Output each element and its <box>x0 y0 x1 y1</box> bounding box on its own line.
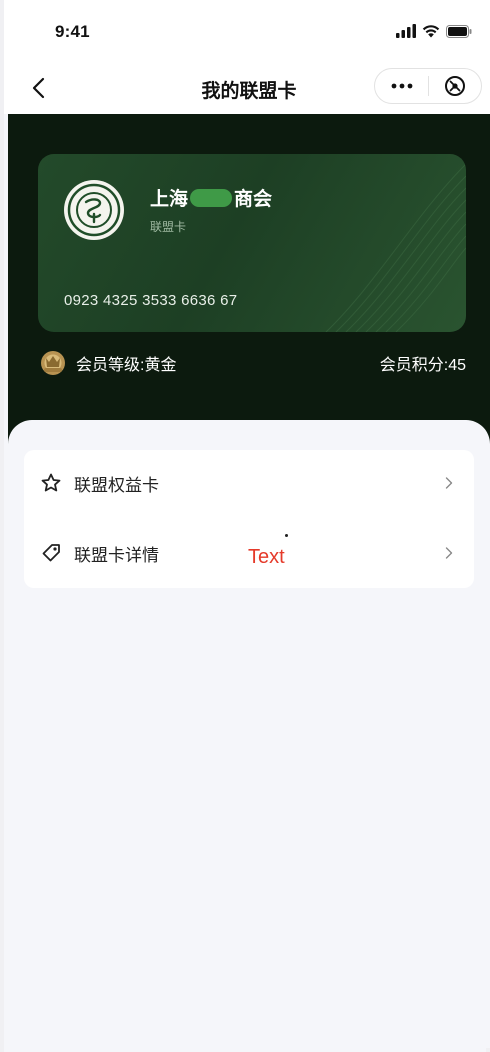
chevron-right-icon <box>445 547 453 559</box>
tag-icon <box>42 544 60 562</box>
wifi-icon <box>422 25 440 38</box>
member-card[interactable]: 上海 商会 联盟卡 0923 4325 3533 6636 67 <box>38 154 466 332</box>
battery-icon <box>446 24 472 38</box>
status-bar: 9:41 <box>4 0 490 62</box>
card-org-name-suffix: 商会 <box>234 189 273 210</box>
overlay-dot <box>285 534 288 537</box>
redaction-mark <box>190 188 233 207</box>
nav-bar: 我的联盟卡 <box>4 62 490 114</box>
menu-list: 联盟权益卡 联盟卡详情 Text <box>24 450 474 588</box>
miniapp-capsule <box>374 68 482 104</box>
status-icons <box>396 22 472 40</box>
member-level: 会员等级:黄金 <box>38 348 176 378</box>
menu-item-label: 联盟卡详情 <box>74 545 159 565</box>
phone-frame: 9:41 我的联盟卡 上海 商会 联盟卡 0923 4325 3533 6636… <box>0 0 490 1052</box>
card-subtitle: 联盟卡 <box>150 220 187 234</box>
card-pattern <box>325 163 466 332</box>
more-icon <box>391 83 412 89</box>
close-circle-icon <box>444 76 465 96</box>
card-org-name: 上海 商会 <box>150 184 272 211</box>
membership-header: 上海 商会 联盟卡 0923 4325 3533 6636 67 会员等级:黄金… <box>8 114 490 454</box>
close-miniapp-button[interactable] <box>429 68 481 104</box>
chevron-right-icon <box>445 477 453 489</box>
card-org-name-prefix: 上海 <box>150 189 189 210</box>
card-number: 0923 4325 3533 6636 67 <box>64 292 238 309</box>
status-time: 9:41 <box>55 22 90 41</box>
chamber-emblem-icon <box>67 183 121 237</box>
star-icon <box>41 473 61 492</box>
menu-item-benefits[interactable]: 联盟权益卡 <box>24 458 474 508</box>
signal-icon <box>396 24 416 38</box>
menu-item-label: 联盟权益卡 <box>74 475 159 495</box>
gold-badge-icon <box>41 351 65 375</box>
member-level-label: 会员等级:黄金 <box>76 357 177 374</box>
more-button[interactable] <box>375 68 428 104</box>
member-points-label: 会员积分:45 <box>379 357 466 374</box>
chamber-logo <box>64 180 124 240</box>
member-info-row: 会员等级:黄金 会员积分:45 <box>38 348 466 378</box>
content-panel: 联盟权益卡 联盟卡详情 Text <box>8 420 490 1048</box>
overlay-text: Text <box>248 546 285 568</box>
